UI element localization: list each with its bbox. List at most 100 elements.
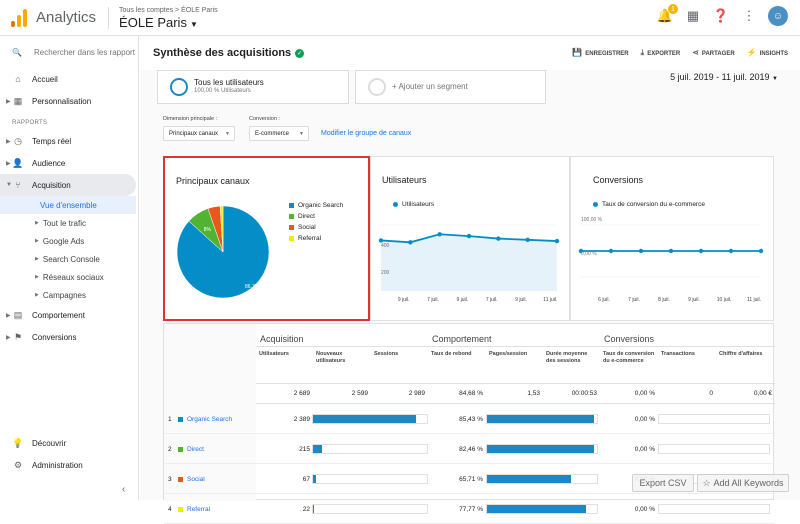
apps-grid-icon[interactable]: ▦ (684, 7, 702, 25)
segment-empty-ring-icon (368, 78, 386, 96)
sidebar-item-label: Conversions (32, 332, 77, 342)
sidebar-item-behavior[interactable]: ▶ ▤ Comportement (0, 304, 138, 326)
sidebar-sub-overview[interactable]: Vue d'ensemble (0, 196, 136, 214)
expand-arrow-icon: ▶ (35, 292, 39, 298)
bar-fill (487, 445, 594, 453)
channel-link[interactable]: Referral (187, 506, 210, 513)
data-point (408, 240, 413, 245)
pages-bar (486, 504, 598, 514)
total-cell: 2 689 (256, 384, 313, 404)
col-header[interactable]: Durée moyenne des sessions (543, 346, 600, 384)
sidebar-sub-all-traffic[interactable]: ▶ Tout le trafic (0, 214, 138, 232)
action-label: INSIGHTS (759, 51, 788, 57)
col-header[interactable]: Pages/session (486, 346, 543, 384)
share-button[interactable]: ⋖ PARTAGER (692, 48, 734, 58)
conv-rate-cell: 0,00 % (634, 505, 655, 513)
export-csv-button[interactable]: Export CSV (632, 474, 694, 492)
caret-down-icon: ▼ (225, 130, 230, 137)
bar-fill (487, 505, 586, 513)
group-behavior: Comportement (432, 334, 492, 344)
bar-fill (313, 415, 416, 423)
channel-link[interactable]: Organic Search (187, 416, 232, 423)
export-button[interactable]: ⤓ EXPORTER (641, 48, 681, 58)
bar-fill (313, 505, 315, 513)
main-content: Synthèse des acquisitions ✓ 💾 ENREGISTRER… (140, 36, 800, 524)
pie-slice-label: 8% (204, 227, 212, 233)
add-all-keywords-button[interactable]: ☆ Add All Keywords (697, 474, 789, 492)
new-users-bar (312, 414, 428, 424)
sidebar-item-acquisition[interactable]: ▼ ⑂ Acquisition (0, 174, 136, 196)
legend-item: Direct (289, 211, 343, 222)
data-point (608, 248, 614, 254)
expand-arrow-icon: ▶ (35, 238, 39, 244)
y-tick-label: 100,00 % (581, 217, 603, 223)
caret-down-icon: ▼ (772, 76, 778, 82)
sidebar-search[interactable]: 🔍 Rechercher dans les rapport (0, 36, 138, 68)
date-range-picker[interactable]: 5 juil. 2019 - 11 juil. 2019 ▼ (670, 72, 778, 82)
sidebar-sub-social[interactable]: ▶ Réseaux sociaux (0, 268, 138, 286)
sidebar-item-conversions[interactable]: ▶ ⚑ Conversions (0, 326, 138, 348)
save-button[interactable]: 💾 ENREGISTRER (572, 48, 628, 58)
star-icon: ☆ (702, 477, 711, 488)
account-selector[interactable]: Tous les comptes > ÉOLE Paris ÉOLE Paris… (119, 7, 218, 29)
col-header[interactable]: Taux de rebond (428, 346, 486, 384)
sidebar-sub-google-ads[interactable]: ▶ Google Ads (0, 232, 138, 250)
more-vert-icon[interactable]: ⋮ (740, 7, 758, 25)
card-title: Conversions (593, 175, 644, 185)
pie-chart: 86.7% 8% (176, 205, 270, 299)
search-input[interactable]: Rechercher dans les rapport (34, 48, 135, 57)
pages-bar (486, 474, 598, 484)
sidebar-sub-campaigns[interactable]: ▶ Campagnes (0, 286, 138, 304)
conversion-select[interactable]: E-commerce ▼ (249, 126, 309, 141)
col-header[interactable]: Sessions (371, 346, 428, 384)
sidebar-item-home[interactable]: ⌂ Accueil (0, 68, 138, 90)
primary-dimension-label: Dimension principale : (163, 116, 218, 122)
sidebar-item-realtime[interactable]: ▶ ◷ Temps réel (0, 130, 138, 152)
x-tick-label: 9 juil. (398, 297, 410, 303)
table-row[interactable]: 1 Organic Search 2 389 85,43 % 0,00 % (164, 404, 775, 434)
col-header[interactable]: Taux de conversion du e-commerce (600, 346, 658, 384)
sidebar-item-admin[interactable]: ⚙ Administration (0, 454, 138, 476)
sidebar-item-discover[interactable]: 💡 Découvrir (0, 432, 138, 454)
sidebar-sub-label: Campagnes (42, 290, 86, 300)
segment-all-users[interactable]: Tous les utilisateurs 100,00 % Utilisateu… (157, 70, 349, 104)
x-tick-label: 6 juil. (598, 297, 610, 303)
x-tick-label: 7 juil. (427, 297, 439, 303)
table-row[interactable]: 4 Referral 22 77,77 % 0,00 % (164, 494, 775, 524)
new-users-bar (312, 504, 428, 514)
avatar[interactable]: ☺ (768, 6, 788, 26)
add-segment-button[interactable]: + Ajouter un segment (355, 70, 546, 104)
sidebar-item-audience[interactable]: ▶ 👤 Audience (0, 152, 138, 174)
primary-dimension-select[interactable]: Principaux canaux ▼ (163, 126, 235, 141)
col-header[interactable]: Transactions (658, 346, 716, 384)
table-row[interactable]: 2 Direct 215 82,46 % 0,00 % (164, 434, 775, 464)
insights-button[interactable]: ⚡ INSIGHTS (747, 48, 788, 58)
collapse-sidebar-icon[interactable]: ‹ (122, 484, 125, 495)
modify-channel-group-link[interactable]: Modifier le groupe de canaux (321, 130, 411, 137)
legend-swatch (289, 225, 294, 230)
date-range-label: 5 juil. 2019 - 11 juil. 2019 (670, 72, 770, 82)
users-area-chart: 400 200 9 juil. 7 juil. 9 juil. 7 juil. 9 juil… (378, 224, 560, 303)
notifications-bell-icon[interactable]: 🔔 1 (656, 4, 678, 25)
reports-section-header: RAPPORTS (12, 120, 48, 126)
channel-link[interactable]: Social (187, 476, 205, 483)
channel-link[interactable]: Direct (187, 446, 204, 453)
caret-down-icon: ▼ (299, 130, 304, 137)
account-breadcrumb: Tous les comptes > ÉOLE Paris (119, 6, 218, 14)
x-tick-label: 9 juil. (456, 297, 468, 303)
sidebar-item-label: Personnalisation (32, 96, 92, 106)
sidebar-item-custom[interactable]: ▶ ▦ Personnalisation (0, 90, 138, 112)
help-icon[interactable]: ❓ (712, 7, 730, 25)
bounce-cell: 77,77 % (459, 505, 483, 513)
conv-rate-cell: 0,00 % (634, 445, 655, 453)
legend-label: Social (298, 224, 316, 231)
data-point (525, 237, 530, 243)
insights-icon: ⚡ (746, 48, 757, 57)
sidebar-item-label: Acquisition (32, 180, 71, 190)
sidebar-sub-search-console[interactable]: ▶ Search Console (0, 250, 138, 268)
col-header[interactable]: Chiffre d'affaires (716, 346, 775, 384)
col-header[interactable]: Utilisateurs (256, 346, 313, 384)
channel-swatch (178, 416, 183, 422)
analytics-logo[interactable] (11, 8, 27, 27)
col-header[interactable]: Nouveaux utilisateurs (313, 346, 371, 384)
